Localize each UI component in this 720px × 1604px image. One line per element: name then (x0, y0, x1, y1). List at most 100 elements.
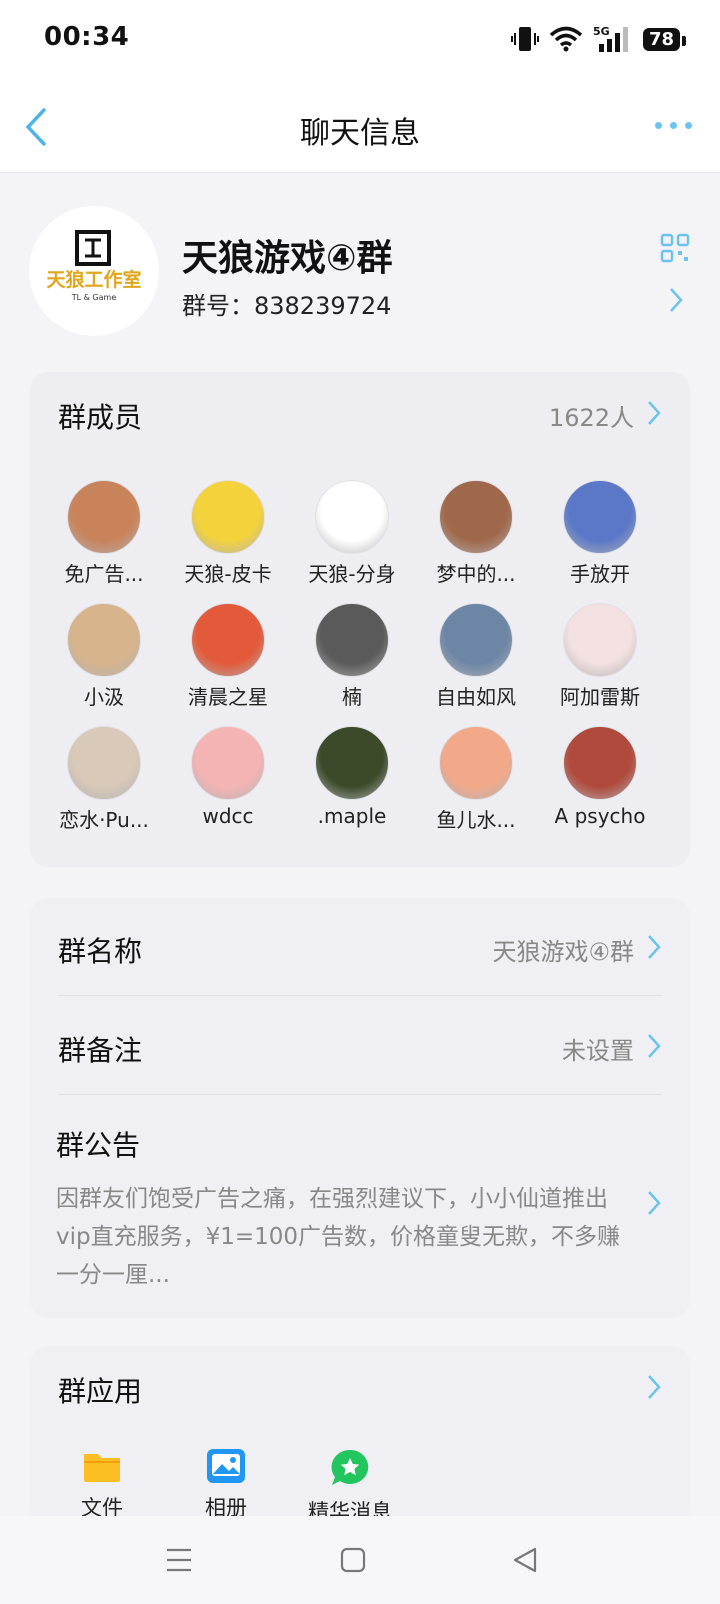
group-logo-text: 天狼工作室 (46, 268, 141, 291)
more-dot-icon (685, 122, 692, 129)
chevron-right-icon[interactable] (666, 285, 686, 315)
chevron-right-icon (648, 1034, 661, 1058)
member-item[interactable]: .maple (290, 726, 414, 833)
more-button[interactable] (655, 122, 692, 129)
group-avatar[interactable]: 天狼工作室 TL & Game (29, 206, 159, 336)
member-avatar (67, 480, 141, 554)
app-album[interactable]: 相册 (194, 1448, 258, 1526)
member-name: 天狼-皮卡 (184, 562, 272, 586)
nav-bar: 聊天信息 (0, 82, 720, 173)
members-count[interactable]: 1622人 (549, 398, 634, 433)
member-name: 阿加雷斯 (560, 685, 640, 709)
group-logo: 天狼工作室 TL & Game (46, 230, 142, 302)
group-logo-subtext: TL & Game (71, 293, 117, 302)
group-apps-list: 文件 相册 精华消息 (70, 1448, 392, 1526)
group-id-label: 群号： (182, 292, 254, 320)
divider (58, 995, 662, 996)
folder-icon (84, 1454, 120, 1482)
group-notice-text: 因群友们饱受广告之痛，在强烈建议下，小小仙道推出vip直充服务，¥1=100广告… (56, 1186, 621, 1288)
member-item[interactable]: 小汲 (42, 603, 166, 710)
member-name: 自由如风 (436, 685, 516, 709)
chevron-right-icon (648, 1191, 661, 1215)
member-avatar (315, 726, 389, 800)
member-name: 鱼儿水... (436, 808, 516, 832)
vibrate-icon (510, 27, 539, 51)
member-item[interactable]: 免广告... (42, 480, 166, 587)
menu-icon[interactable] (166, 1546, 192, 1574)
chevron-right-icon[interactable] (644, 1372, 664, 1402)
system-nav-bar (0, 1516, 720, 1604)
member-name: 手放开 (570, 562, 630, 586)
member-avatar (563, 726, 637, 800)
more-dot-icon (670, 122, 677, 129)
member-name: 清晨之星 (188, 685, 268, 709)
member-avatar (191, 603, 265, 677)
star-message-icon (331, 1449, 369, 1485)
member-avatar (439, 603, 513, 677)
group-id: 群号：838239724 (182, 286, 391, 321)
member-avatar (563, 603, 637, 677)
home-icon[interactable] (340, 1546, 366, 1574)
status-time: 00:34 (44, 22, 130, 52)
status-icons: 5G 78 (510, 24, 687, 54)
member-avatar (191, 726, 265, 800)
group-apps-title: 群应用 (58, 1375, 143, 1408)
member-item[interactable]: 鱼儿水... (414, 726, 538, 833)
member-item[interactable]: 阿加雷斯 (538, 603, 662, 710)
member-avatar (315, 480, 389, 554)
member-avatar (191, 480, 265, 554)
member-item[interactable]: 手放开 (538, 480, 662, 587)
network-type: 5G (593, 25, 610, 38)
group-remark-label: 群备注 (58, 1034, 143, 1067)
member-item[interactable]: 楠 (290, 603, 414, 710)
divider (58, 1094, 662, 1095)
member-name: .maple (317, 804, 387, 828)
member-name: 小汲 (84, 685, 124, 709)
cellular-signal-icon: 5G (593, 25, 628, 52)
member-item[interactable]: A psycho (538, 726, 662, 833)
battery-indicator: 78 (642, 27, 687, 51)
group-name: 天狼游戏④群 (182, 238, 393, 279)
member-item[interactable]: 自由如风 (414, 603, 538, 710)
member-avatar (439, 480, 513, 554)
group-notice-label: 群公告 (56, 1129, 141, 1162)
wifi-icon (549, 26, 583, 52)
members-grid: 免广告... 天狼-皮卡 天狼-分身 梦中的... 手放开小汲 清晨之星 楠 自由如风 阿加雷斯… (42, 480, 682, 833)
group-apps-card: 群应用 文件 相册 精华消息 (30, 1346, 690, 1526)
member-item[interactable]: 恋水·Pu... (42, 726, 166, 833)
member-avatar (67, 603, 141, 677)
member-name: 梦中的... (436, 562, 516, 586)
member-item[interactable]: 清晨之星 (166, 603, 290, 710)
member-avatar (563, 480, 637, 554)
group-name-value: 天狼游戏④群 (492, 938, 634, 966)
member-name: 恋水·Pu... (59, 808, 149, 832)
group-info-card: 群名称 天狼游戏④群 群备注 未设置 群公告 因群友们饱受广告之痛，在强烈建议下… (30, 898, 690, 1318)
page-title: 聊天信息 (300, 116, 420, 151)
member-avatar (315, 603, 389, 677)
member-name: 楠 (342, 685, 362, 709)
member-name: A psycho (554, 804, 646, 828)
member-item[interactable]: wdcc (166, 726, 290, 833)
app-files[interactable]: 文件 (70, 1448, 134, 1526)
member-item[interactable]: 天狼-分身 (290, 480, 414, 587)
member-name: 免广告... (64, 562, 144, 586)
photo-album-icon (207, 1449, 245, 1483)
chevron-right-icon (648, 935, 661, 959)
member-name: 天狼-分身 (308, 562, 396, 586)
app-featured-messages[interactable]: 精华消息 (308, 1448, 392, 1526)
member-item[interactable]: 天狼-皮卡 (166, 480, 290, 587)
chevron-right-icon[interactable] (644, 398, 664, 428)
members-title: 群成员 (58, 401, 143, 434)
more-dot-icon (655, 122, 662, 129)
status-bar: 00:34 5G 78 (0, 0, 720, 82)
group-header[interactable]: 天狼工作室 TL & Game 天狼游戏④群 群号：838239724 (0, 173, 720, 353)
member-avatar (439, 726, 513, 800)
group-id-value: 838239724 (254, 292, 392, 320)
group-members-card: 群成员 1622人 免广告... 天狼-皮卡 天狼-分身 梦中的... 手放开小汲 清晨之… (30, 372, 690, 867)
member-item[interactable]: 梦中的... (414, 480, 538, 587)
member-avatar (67, 726, 141, 800)
qr-code-icon[interactable] (660, 233, 690, 263)
back-nav-icon[interactable] (512, 1546, 538, 1574)
member-name: wdcc (202, 804, 254, 828)
group-name-label: 群名称 (58, 935, 143, 968)
